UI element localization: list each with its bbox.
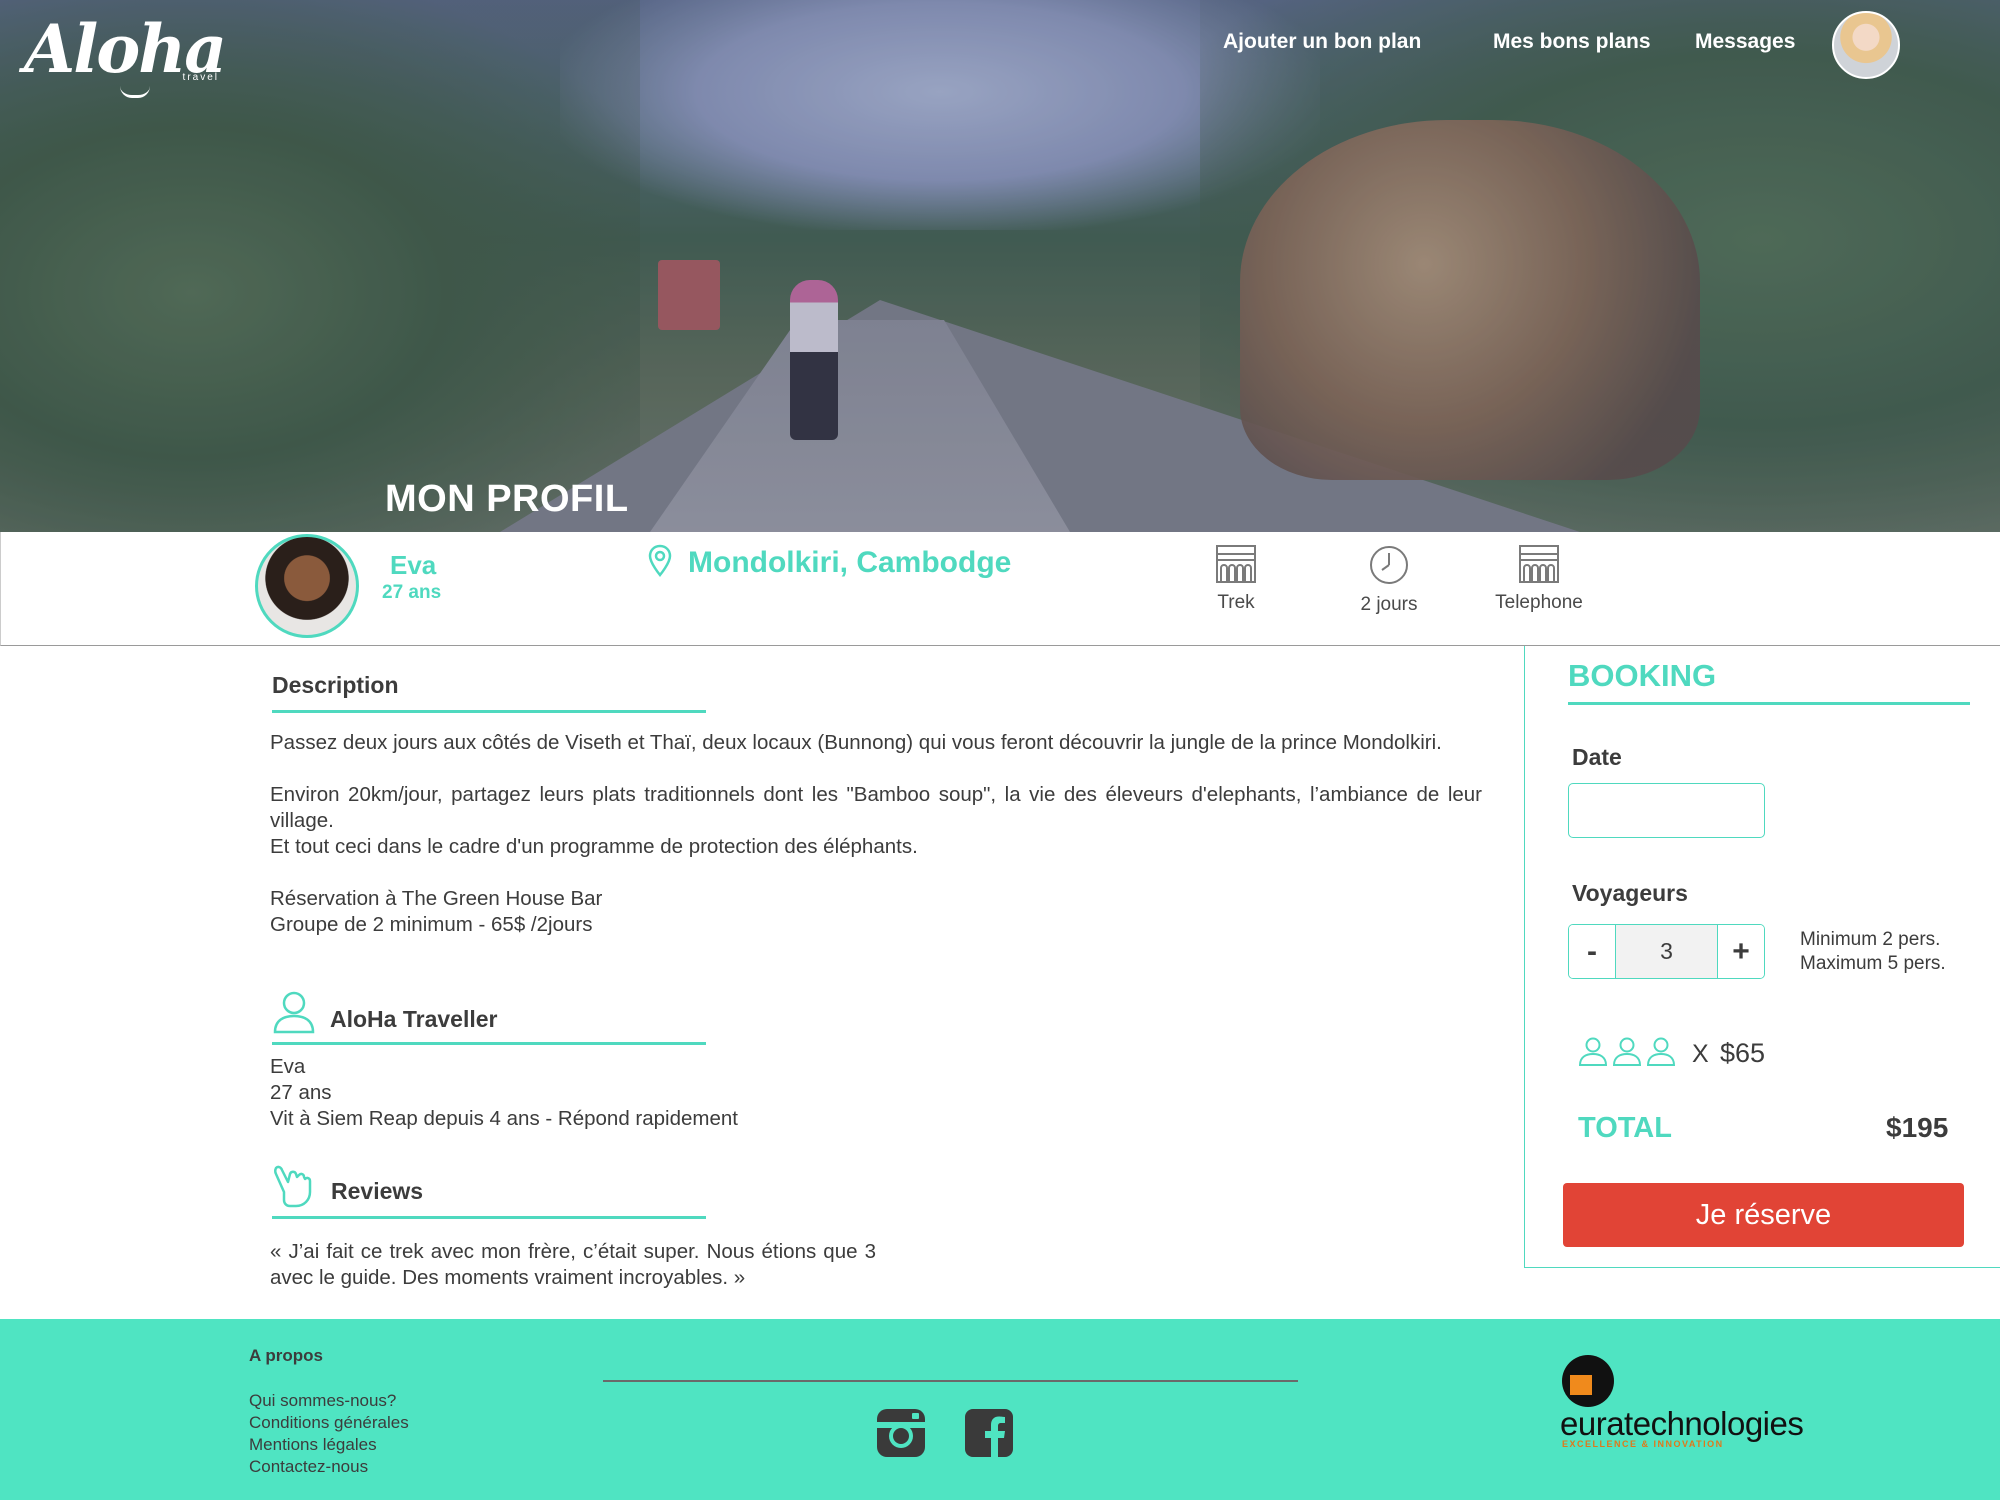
feature-label: Trek	[1217, 592, 1255, 613]
feature-activity: Trek	[1176, 544, 1296, 614]
footer-divider	[603, 1380, 1298, 1382]
partner-name: euratechnologies	[1560, 1405, 1804, 1442]
decrement-button[interactable]: -	[1569, 925, 1615, 978]
traveller-underline	[272, 1042, 706, 1045]
clock-icon	[1370, 546, 1408, 584]
shaka-hand-icon	[274, 1165, 312, 1208]
travellers-count[interactable]: 3	[1615, 925, 1718, 978]
location-text: Mondolkiri, Cambodge	[688, 546, 1012, 579]
traveller-name: Eva	[270, 1055, 306, 1078]
person-icon	[1646, 1037, 1676, 1066]
description-heading: Description	[272, 672, 399, 698]
increment-button[interactable]: +	[1718, 925, 1764, 978]
logo-smile	[120, 86, 150, 98]
date-label: Date	[1572, 744, 1622, 770]
total-label: TOTAL	[1578, 1112, 1672, 1144]
travellers-label: Voyageurs	[1572, 880, 1688, 906]
hero-overlay	[0, 0, 2000, 532]
footer-link-legal[interactable]: Mentions légales	[249, 1434, 409, 1456]
description-body: Passez deux jours aux côtés de Viseth et…	[270, 730, 1482, 938]
facebook-icon[interactable]	[964, 1408, 1014, 1458]
multiply-sign: X	[1692, 1040, 1709, 1068]
review-text: « J’ai fait ce trek avec mon frère, c’ét…	[270, 1240, 876, 1289]
nav-messages[interactable]: Messages	[1695, 30, 1795, 54]
booking-title: BOOKING	[1568, 658, 1717, 693]
footer-about-heading: A propos	[249, 1346, 323, 1365]
reserve-button[interactable]: Je réserve	[1563, 1183, 1964, 1247]
description-paragraph: Réservation à The Green House Bar	[270, 887, 603, 910]
feature-contact: Telephone	[1479, 544, 1599, 614]
instagram-icon[interactable]	[876, 1408, 926, 1458]
logo-subtitle: travel	[182, 72, 219, 83]
building-icon	[1216, 545, 1256, 583]
min-travellers: Minimum 2 pers.	[1800, 929, 1941, 950]
traveller-age: 27 ans	[270, 1081, 332, 1104]
traveller-bio: Vit à Siem Reap depuis 4 ans - Répond ra…	[270, 1107, 738, 1130]
travellers-limits: Minimum 2 pers. Maximum 5 pers.	[1800, 928, 1946, 976]
travellers-stepper: - 3 +	[1568, 924, 1765, 979]
max-travellers: Maximum 5 pers.	[1800, 953, 1946, 974]
description-paragraph: Environ 20km/jour, partagez leurs plats …	[270, 783, 1482, 832]
total-value: $195	[1886, 1112, 1949, 1143]
hero-banner	[0, 0, 2000, 532]
person-icon	[1612, 1037, 1642, 1066]
traveller-info: Eva 27 ans Vit à Siem Reap depuis 4 ans …	[270, 1054, 738, 1132]
aloha-logo[interactable]: Aloha travel	[24, 10, 229, 102]
footer-link-about-us[interactable]: Qui sommes-nous?	[249, 1390, 409, 1412]
reviews-underline	[272, 1216, 706, 1219]
description-paragraph: Et tout ceci dans le cadre d'un programm…	[270, 835, 918, 858]
date-field[interactable]	[1568, 783, 1765, 838]
footer-link-terms[interactable]: Conditions générales	[249, 1412, 409, 1434]
partner-tagline: EXCELLENCE & INNOVATION	[1562, 1439, 1724, 1449]
person-icons	[1578, 1036, 1676, 1066]
building-icon	[1519, 545, 1559, 583]
footer-links: Qui sommes-nous? Conditions générales Me…	[249, 1390, 409, 1478]
host-avatar	[255, 534, 359, 638]
feature-label: 2 jours	[1360, 594, 1418, 615]
page-title: MON PROFIL	[385, 478, 629, 520]
unit-price: $65	[1720, 1038, 1766, 1068]
footer-link-contact[interactable]: Contactez-nous	[249, 1456, 409, 1478]
traveller-heading: AloHa Traveller	[330, 1006, 498, 1032]
description-underline	[272, 710, 706, 713]
host-age: 27 ans	[382, 582, 442, 603]
user-avatar[interactable]	[1832, 11, 1900, 79]
host-name: Eva	[390, 550, 437, 580]
booking-underline	[1568, 702, 1970, 705]
location-pin-icon	[648, 544, 672, 577]
user-icon	[273, 991, 315, 1034]
description-paragraph: Groupe de 2 minimum - 65$ /2jours	[270, 913, 593, 936]
eura-mark-icon	[1562, 1355, 1614, 1407]
feature-label: Telephone	[1495, 592, 1583, 613]
nav-add-deal[interactable]: Ajouter un bon plan	[1223, 30, 1421, 54]
nav-my-deals[interactable]: Mes bons plans	[1493, 30, 1651, 54]
euratechnologies-logo[interactable]: euratechnologies EXCELLENCE & INNOVATION	[1560, 1355, 1820, 1455]
feature-duration: 2 jours	[1329, 544, 1449, 616]
person-icon	[1578, 1037, 1608, 1066]
reviews-heading: Reviews	[331, 1178, 424, 1204]
description-paragraph: Passez deux jours aux côtés de Viseth et…	[270, 731, 1442, 754]
